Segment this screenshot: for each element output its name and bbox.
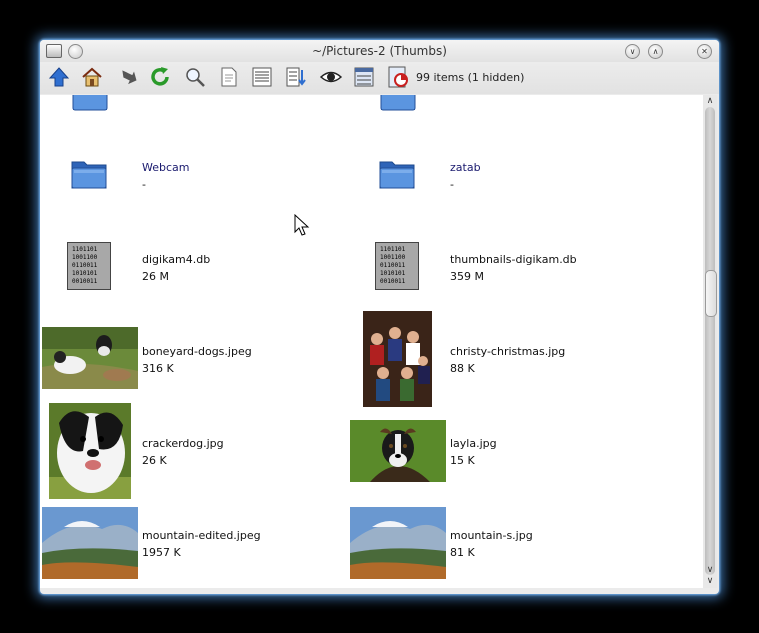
- file-name[interactable]: christy-christmas.jpg: [450, 345, 565, 358]
- binary-text: 1010101: [380, 270, 406, 277]
- titlebar[interactable]: ~/Pictures-2 (Thumbs) ∨ ∧ ✕: [40, 40, 719, 62]
- image-thumbnail[interactable]: [42, 327, 138, 389]
- scroll-down-arrow-icon[interactable]: ∨: [704, 576, 716, 586]
- up-arrow-icon[interactable]: [47, 65, 71, 89]
- file-name[interactable]: boneyard-dogs.jpeg: [142, 345, 252, 358]
- file-size: 1957 K: [142, 546, 181, 559]
- file-size: 15 K: [450, 454, 475, 467]
- image-thumbnail[interactable]: [363, 311, 432, 407]
- file-name[interactable]: mountain-s.jpg: [450, 529, 533, 542]
- back-arrow-icon[interactable]: [115, 65, 139, 89]
- file-name[interactable]: crackerdog.jpg: [142, 437, 224, 450]
- image-thumbnail[interactable]: [350, 420, 446, 482]
- binary-text: 1101101: [72, 246, 98, 253]
- folder-icon[interactable]: [379, 159, 415, 189]
- file-size: -: [450, 178, 454, 191]
- reload-icon[interactable]: [148, 65, 172, 89]
- file-size: 26 K: [142, 454, 167, 467]
- file-name[interactable]: mountain-edited.jpeg: [142, 529, 261, 542]
- home-icon[interactable]: [80, 65, 104, 89]
- binary-text: 1101101: [380, 246, 406, 253]
- scroll-up-arrow-icon[interactable]: ∧: [704, 96, 716, 106]
- window-title: ~/Pictures-2 (Thumbs): [312, 44, 447, 58]
- scrollbar-thumb[interactable]: [705, 270, 717, 317]
- image-thumbnail[interactable]: [42, 507, 138, 579]
- binary-text: 0110011: [380, 262, 406, 269]
- scroll-down-arrow-icon[interactable]: ∨: [704, 565, 716, 575]
- detail-view-icon[interactable]: [352, 65, 376, 89]
- eye-icon[interactable]: [319, 65, 343, 89]
- image-thumbnail[interactable]: [350, 507, 446, 579]
- image-thumbnail[interactable]: [49, 403, 131, 499]
- document-icon[interactable]: [217, 65, 241, 89]
- zoom-icon[interactable]: [183, 65, 207, 89]
- list-view-icon[interactable]: [250, 65, 274, 89]
- toolbar: 99 items (1 hidden): [40, 62, 719, 94]
- binary-text: 0010011: [380, 278, 406, 285]
- file-size: 316 K: [142, 362, 174, 375]
- maximize-button[interactable]: ∧: [648, 44, 663, 59]
- file-manager-window: ~/Pictures-2 (Thumbs) ∨ ∧ ✕ 99 items (1 …: [40, 40, 719, 594]
- sort-icon[interactable]: [284, 65, 308, 89]
- binary-text: 1010101: [72, 270, 98, 277]
- file-name[interactable]: thumbnails-digikam.db: [450, 253, 577, 266]
- minimize-button[interactable]: ∨: [625, 44, 640, 59]
- folder-icon[interactable]: [380, 95, 416, 111]
- file-size: 88 K: [450, 362, 475, 375]
- binary-text: 1001100: [72, 254, 98, 261]
- file-size: 359 M: [450, 270, 484, 283]
- folder-icon[interactable]: [71, 159, 107, 189]
- file-size: -: [142, 178, 146, 191]
- file-size: 26 M: [142, 270, 169, 283]
- vertical-scrollbar[interactable]: ∧ ∨ ∨: [703, 95, 717, 588]
- binary-text: 1001100: [380, 254, 406, 261]
- file-name[interactable]: zatab: [450, 161, 481, 174]
- file-name[interactable]: digikam4.db: [142, 253, 210, 266]
- mouse-cursor-icon: [294, 214, 310, 236]
- status-text: 99 items (1 hidden): [416, 71, 525, 84]
- scrollbar-track[interactable]: [705, 107, 715, 575]
- file-name[interactable]: layla.jpg: [450, 437, 497, 450]
- folder-icon[interactable]: [72, 95, 108, 111]
- disk-usage-icon[interactable]: [387, 65, 411, 89]
- binary-text: 0110011: [72, 262, 98, 269]
- database-file-icon[interactable]: 1101101 1001100 0110011 1010101 0010011: [67, 242, 111, 290]
- binary-text: 0010011: [72, 278, 98, 285]
- file-icon-view[interactable]: Webcam - zatab - 1101101 1001100 0110011…: [40, 95, 703, 588]
- file-size: 81 K: [450, 546, 475, 559]
- database-file-icon[interactable]: 1101101 1001100 0110011 1010101 0010011: [375, 242, 419, 290]
- file-name[interactable]: Webcam: [142, 161, 190, 174]
- close-button[interactable]: ✕: [697, 44, 712, 59]
